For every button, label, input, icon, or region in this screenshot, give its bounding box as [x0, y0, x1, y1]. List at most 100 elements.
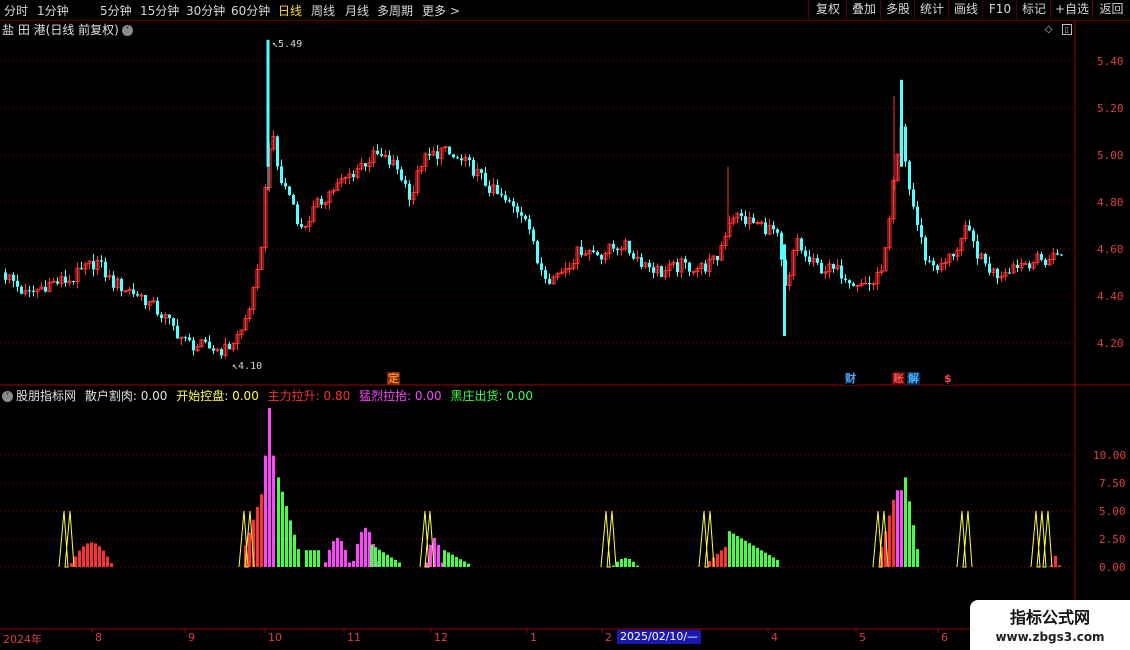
candle-body: [504, 195, 507, 201]
candle-body: [972, 230, 975, 242]
indicator-bar: [768, 555, 771, 567]
candle-body: [396, 160, 399, 170]
candle-body: [488, 185, 491, 193]
low-price-annotation: ↖4.10: [232, 361, 263, 372]
event-marker-jie[interactable]: 解: [907, 372, 920, 385]
candle-body: [228, 344, 231, 350]
candle-body: [536, 241, 539, 264]
time-tick-jan: 1: [530, 631, 537, 644]
candle-body: [936, 265, 939, 270]
candle-body: [32, 290, 35, 292]
ind-tick-1000: 10.00: [1093, 449, 1127, 462]
candle-body: [952, 254, 955, 257]
indicator-bar: [612, 565, 615, 567]
indicator-bar: [378, 549, 381, 567]
candle-body: [580, 246, 583, 256]
indicator-bar: [317, 550, 320, 567]
indicator-bar: [86, 543, 89, 567]
candle-body: [151, 300, 156, 303]
candle-body: [600, 255, 603, 260]
candle-body: [484, 172, 487, 186]
indicator-name: 股朋指标网: [16, 389, 77, 403]
indicator-bar: [912, 525, 915, 567]
candle-body: [871, 283, 876, 286]
indicator-menu-icon[interactable]: ˅: [2, 391, 13, 402]
indicator-bar: [340, 541, 343, 567]
indicator-bar: [293, 534, 296, 567]
legend-start-control: 开始控盘: 0.00: [176, 389, 259, 403]
indicator-bar: [394, 559, 397, 567]
indicator-bar: [382, 552, 385, 567]
candle-body: [532, 229, 535, 242]
candle-body: [848, 280, 851, 284]
indicator-bar: [756, 547, 759, 567]
candle-body: [139, 294, 144, 297]
candle-body: [567, 267, 572, 270]
candle-body: [168, 314, 171, 319]
candle-body: [112, 275, 115, 288]
indicator-bar: [74, 556, 77, 567]
indicator-bar: [896, 490, 899, 567]
high-price-value: 5.49: [278, 39, 303, 50]
candle-body: [452, 154, 455, 158]
candle-body: [632, 253, 635, 259]
candle-body: [988, 263, 991, 273]
indicator-bar: [708, 560, 711, 567]
candle-body: [524, 215, 527, 220]
candle-body: [120, 278, 123, 292]
candle-body: [684, 258, 687, 263]
indicator-bar: [467, 563, 470, 567]
indicator-bar: [336, 537, 339, 567]
candle-body: [496, 184, 499, 194]
candle-body: [16, 280, 19, 287]
candle-body: [808, 256, 811, 263]
candle-body: [20, 286, 23, 294]
candle-body: [380, 153, 383, 156]
candle-body: [1056, 253, 1059, 255]
indicator-bar: [720, 550, 723, 567]
event-marker-ding[interactable]: 定: [387, 372, 400, 385]
ind-tick-000: 0.00: [1099, 561, 1126, 574]
candle-body: [364, 163, 367, 167]
event-marker-cai[interactable]: 财: [844, 372, 857, 385]
candle-body: [436, 151, 439, 159]
candle-body: [160, 314, 163, 319]
candle-body: [855, 284, 860, 287]
kline-chart[interactable]: [0, 0, 1130, 650]
candle-body: [648, 262, 651, 268]
candle-body: [212, 348, 215, 351]
indicator-bar: [740, 538, 743, 567]
candle-body: [688, 262, 691, 272]
candle-body: [544, 270, 547, 279]
candle-body: [652, 267, 655, 273]
indicator-bar: [348, 562, 351, 567]
candle-body: [508, 200, 511, 202]
watermark-logo: 指标公式网 www.zbgs3.com: [970, 600, 1130, 650]
candle-body: [376, 150, 379, 154]
candle-body: [863, 282, 868, 285]
indicator-bar: [374, 547, 377, 567]
candle-body: [540, 263, 543, 271]
indicator-bar: [364, 527, 367, 567]
candle-body: [176, 325, 179, 339]
time-tick-jun: 6: [941, 631, 948, 644]
price-tick-440: 4.40: [1097, 290, 1124, 303]
candle-body: [520, 212, 523, 216]
high-spike-body: [266, 39, 270, 167]
time-tick-apr: 4: [771, 631, 778, 644]
indicator-bar: [772, 557, 775, 567]
indicator-bar: [732, 533, 735, 567]
candle-body: [220, 349, 223, 356]
candle-body: [800, 238, 803, 251]
candle-body: [92, 261, 95, 270]
event-marker-zhang[interactable]: 账: [892, 372, 905, 385]
candle-body: [192, 340, 195, 351]
event-marker-dollar[interactable]: $: [943, 372, 953, 385]
indicator-bar: [437, 544, 440, 567]
indicator-bar: [724, 546, 727, 567]
candle-body: [468, 157, 471, 160]
indicator-bar: [297, 549, 300, 567]
candle-body: [64, 276, 67, 283]
candle-body: [300, 224, 303, 227]
candle-body: [156, 300, 159, 315]
